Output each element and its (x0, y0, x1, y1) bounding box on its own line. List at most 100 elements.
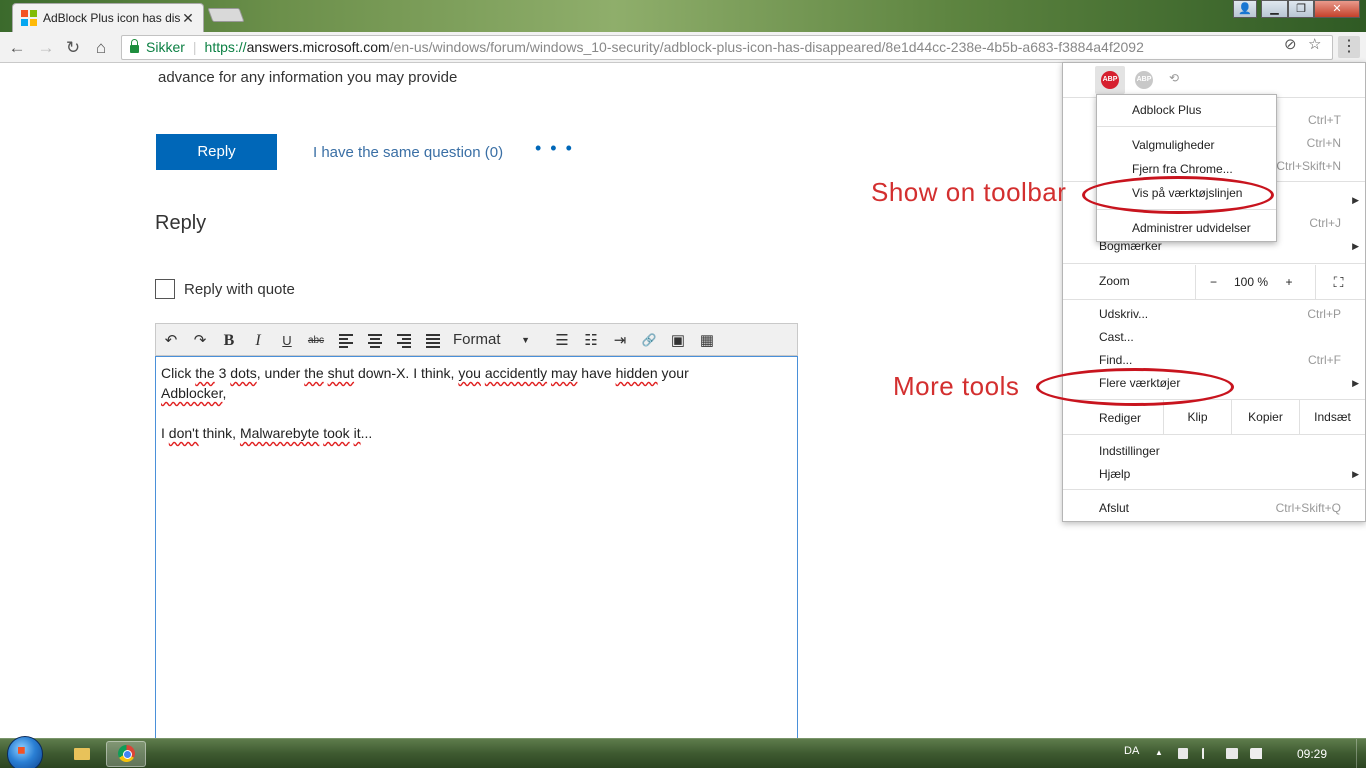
secure-label: Sikker (146, 39, 185, 55)
bullet-list-icon[interactable]: ☰ (550, 330, 574, 351)
adblock-plus-icon[interactable]: ABP (1101, 71, 1119, 89)
new-window-shortcut: Ctrl+N (1306, 136, 1341, 150)
reply-editor[interactable]: Click the 3 dots, under the shut down-X.… (155, 356, 798, 740)
misspelled-word: shut (327, 365, 355, 381)
numbered-list-icon[interactable]: ☷ (579, 330, 603, 351)
cut-button[interactable]: Klip (1163, 400, 1231, 434)
bold-button[interactable]: B (217, 330, 241, 351)
image-icon[interactable]: ▣ (666, 330, 690, 351)
find-shortcut: Ctrl+F (1308, 353, 1341, 367)
paste-button[interactable]: Indsæt (1299, 400, 1365, 434)
same-question-link[interactable]: I have the same question (0) (313, 144, 503, 161)
tab-close-icon[interactable]: ✕ (181, 10, 195, 27)
network-icon[interactable] (1226, 748, 1238, 759)
menu-item-exit[interactable]: Afslut (1099, 501, 1129, 515)
reload-icon[interactable]: ↻ (62, 37, 84, 59)
edit-label: Rediger (1099, 411, 1142, 425)
editor-text: down-X. I think, (354, 365, 459, 381)
reply-with-quote-label[interactable]: Reply with quote (184, 281, 295, 298)
url-scheme: https:// (204, 39, 247, 55)
zoom-in-button[interactable]: + (1271, 265, 1307, 299)
address-bar[interactable]: Sikker | https://answers.microsoft.com/en-… (121, 35, 1333, 60)
exit-shortcut: Ctrl+Skift+Q (1275, 501, 1341, 515)
maximize-button[interactable]: ❐ (1288, 0, 1314, 18)
forward-arrow-icon[interactable]: → (35, 37, 57, 59)
menu-item-settings[interactable]: Indstillinger (1099, 444, 1160, 458)
misspelled-word: Malwarebyte (239, 425, 320, 441)
reply-button[interactable]: Reply (156, 134, 277, 170)
tray-expand-icon[interactable]: ▲ (1155, 748, 1163, 757)
tray-app-icon[interactable] (1178, 748, 1188, 759)
chrome-menu-button[interactable]: ⋮ (1338, 36, 1360, 58)
volume-muted-icon[interactable] (1250, 748, 1262, 759)
menu-item-print[interactable]: Udskriv... (1099, 307, 1148, 321)
misspelled-word: Adblocker (161, 385, 223, 401)
lock-icon (130, 39, 139, 53)
history-submenu-arrow: ▶ (1352, 195, 1359, 205)
misspelled-word: hidden (615, 365, 658, 381)
reply-with-quote-checkbox[interactable] (155, 279, 175, 299)
minimize-button[interactable]: ▁ (1261, 0, 1288, 18)
align-center-icon[interactable] (368, 334, 382, 350)
fullscreen-icon[interactable]: ⛶ (1315, 265, 1361, 299)
browser-tab-active[interactable]: AdBlock Plus icon has dis ✕ (12, 3, 204, 32)
tab-title: AdBlock Plus icon has dis (43, 11, 181, 25)
blocked-content-icon[interactable]: ⊘ (1284, 35, 1297, 53)
underline-button[interactable]: U (275, 330, 299, 351)
bookmarks-submenu-arrow: ▶ (1352, 241, 1359, 251)
folder-icon (74, 748, 90, 760)
windows-taskbar: DA ▲ 09:29 (0, 736, 1366, 768)
editor-text: , (222, 385, 227, 401)
editor-text: have (577, 365, 616, 381)
editor-line: Click the 3 dots, under the shut down-X.… (161, 363, 792, 383)
browser-title-bar: AdBlock Plus icon has dis ✕ 👤 ▁ ❐ ✕ (0, 0, 1366, 32)
justify-icon[interactable] (426, 334, 440, 350)
home-icon[interactable]: ⌂ (90, 37, 112, 59)
menu-item-manage-extensions[interactable]: Administrer udvidelser (1132, 221, 1251, 235)
user-profile-button[interactable]: 👤 (1233, 0, 1257, 18)
incognito-shortcut: Ctrl+Skift+N (1276, 159, 1341, 173)
copy-button[interactable]: Kopier (1231, 400, 1299, 434)
align-left-icon[interactable] (339, 334, 353, 350)
reply-heading: Reply (155, 212, 207, 234)
menu-item-find[interactable]: Find... (1099, 353, 1132, 367)
misspelled-word: the (304, 365, 324, 381)
editor-blank-line (161, 403, 792, 423)
table-icon[interactable]: ▦ (695, 330, 719, 351)
extension-title[interactable]: Adblock Plus (1132, 103, 1201, 117)
show-desktop-button[interactable] (1356, 739, 1366, 768)
indent-icon[interactable]: ⇥ (608, 330, 632, 351)
editor-text: Click (161, 365, 196, 381)
redo-icon[interactable]: ↷ (188, 330, 212, 351)
editor-text: ... (360, 425, 373, 441)
browser-toolbar: ← → ↻ ⌂ Sikker | https://answers.microsoft… (0, 32, 1366, 63)
adblock-icon[interactable]: ABP (1135, 71, 1153, 89)
chrome-icon (118, 745, 135, 762)
editor-text: I (161, 425, 169, 441)
start-button[interactable] (7, 736, 43, 768)
align-right-icon[interactable] (397, 334, 411, 350)
format-dropdown[interactable]: Format ▼ (448, 327, 544, 353)
close-window-button[interactable]: ✕ (1314, 0, 1360, 18)
bookmark-star-icon[interactable]: ☆ (1308, 35, 1321, 53)
menu-item-remove-from-chrome[interactable]: Fjern fra Chrome... (1132, 162, 1233, 176)
action-center-flag-icon[interactable] (1202, 748, 1212, 759)
strikethrough-button[interactable]: abc (304, 330, 328, 351)
menu-item-options[interactable]: Valgmuligheder (1132, 138, 1215, 152)
zoom-value: 100 % (1233, 275, 1269, 289)
menu-item-help[interactable]: Hjælp (1099, 467, 1130, 481)
help-submenu-arrow: ▶ (1352, 469, 1359, 479)
link-icon[interactable]: 🔗 (637, 330, 661, 351)
italic-button[interactable]: I (246, 330, 270, 351)
clock[interactable]: 09:29 (1297, 747, 1327, 761)
cast-extension-icon[interactable]: ⟲ (1169, 71, 1179, 85)
url-path: /en-us/windows/forum/windows_10-security… (389, 39, 1144, 55)
misspelled-word: the (195, 365, 215, 381)
undo-icon[interactable]: ↶ (159, 330, 183, 351)
language-indicator[interactable]: DA (1124, 745, 1139, 757)
new-tab-button[interactable] (207, 8, 245, 22)
back-arrow-icon[interactable]: ← (6, 37, 28, 59)
menu-item-cast[interactable]: Cast... (1099, 330, 1134, 344)
zoom-out-button[interactable]: − (1195, 265, 1231, 299)
more-options-icon[interactable]: • • • (535, 138, 574, 159)
